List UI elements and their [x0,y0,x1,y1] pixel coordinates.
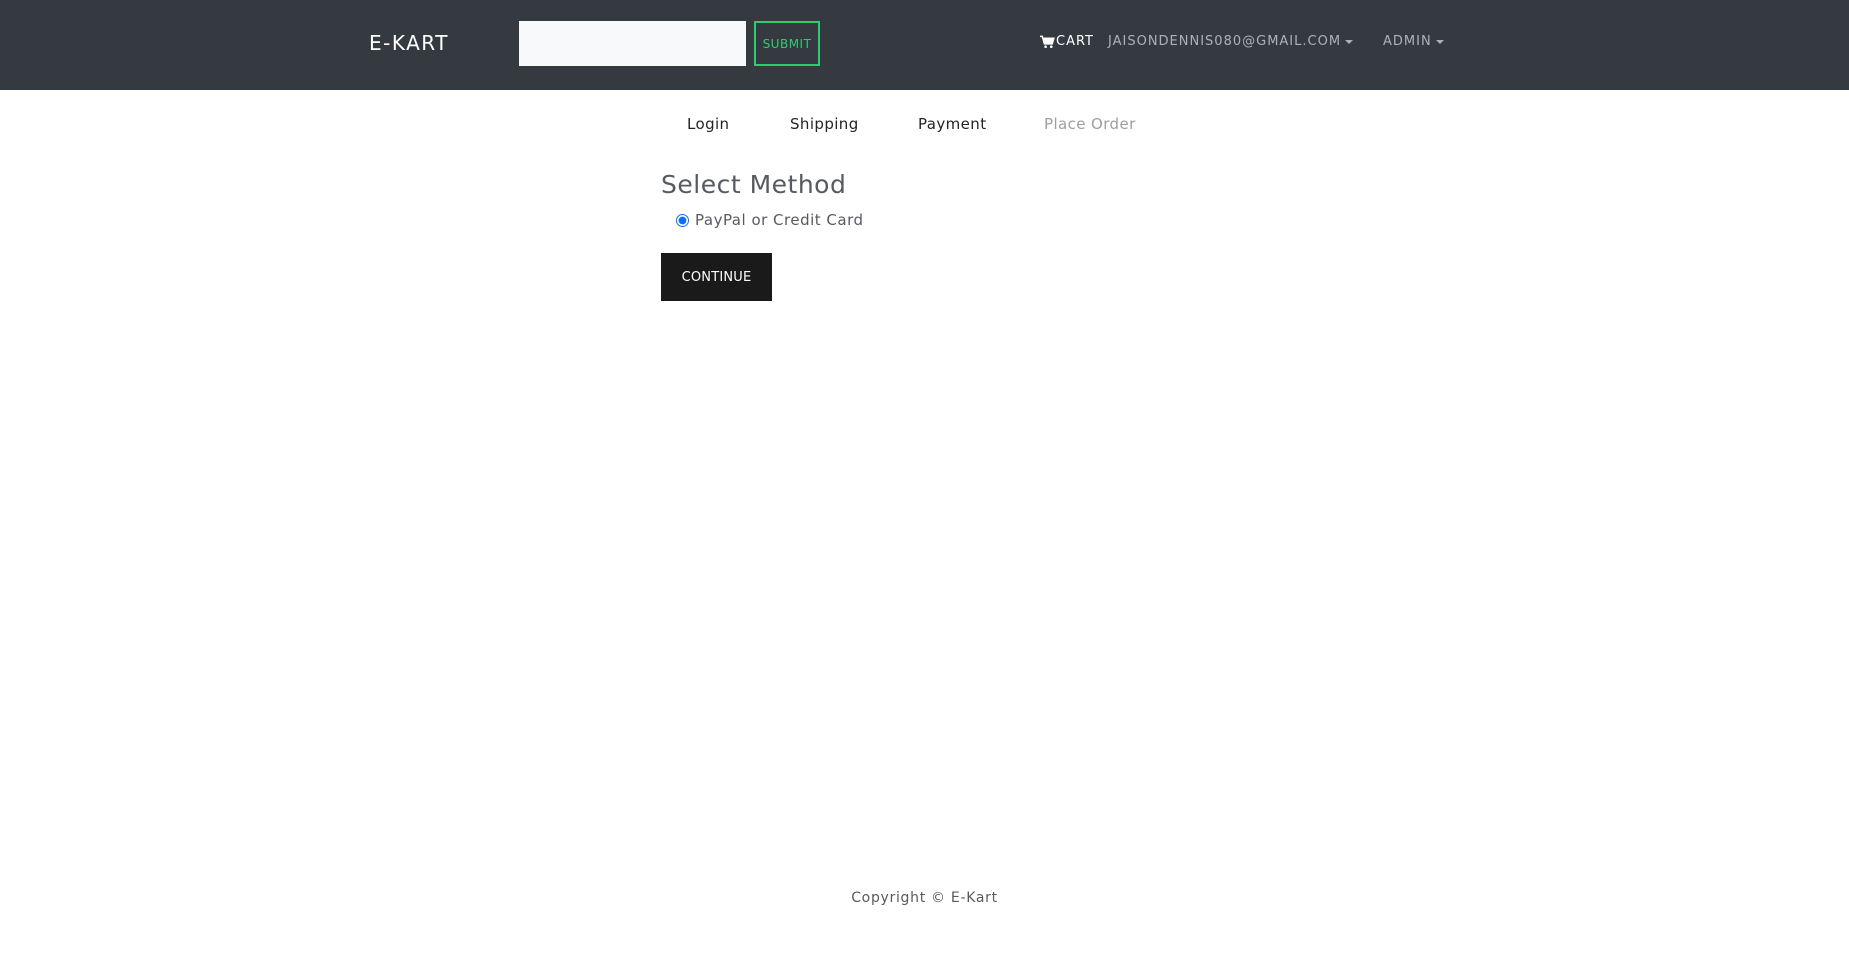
step-place-order: Place Order [1044,115,1136,133]
search-input[interactable] [519,21,746,66]
admin-label: ADMIN [1383,34,1432,49]
step-payment[interactable]: Payment [918,114,986,134]
payment-method-label: PayPal or Credit Card [695,211,864,229]
cart-label: CART [1056,34,1094,49]
step-shipping[interactable]: Shipping [790,114,859,134]
continue-button[interactable]: CONTINUE [661,253,772,301]
checkout-steps: Login Shipping Payment Place Order [0,114,1849,134]
submit-button[interactable]: SUBMIT [754,21,820,66]
payment-method-option[interactable]: PayPal or Credit Card [676,211,864,229]
shopping-cart-icon [1040,35,1055,48]
footer-copyright: Copyright © E-Kart [851,890,998,906]
paypal-radio[interactable] [676,213,689,227]
chevron-down-icon [1345,40,1354,44]
user-menu-dropdown[interactable]: JAISONDENNIS080@GMAIL.COM [1108,34,1354,50]
step-login[interactable]: Login [687,114,729,134]
brand-logo[interactable]: E-KART [369,30,449,56]
admin-menu-dropdown[interactable]: ADMIN [1383,34,1444,50]
page-title: Select Method [661,170,847,199]
navbar: E-KART SUBMIT CART JAISONDENNIS080@GMAIL… [0,0,1849,90]
cart-link[interactable]: CART [1040,34,1094,50]
user-email-label: JAISONDENNIS080@GMAIL.COM [1108,34,1342,49]
chevron-down-icon [1435,40,1444,44]
